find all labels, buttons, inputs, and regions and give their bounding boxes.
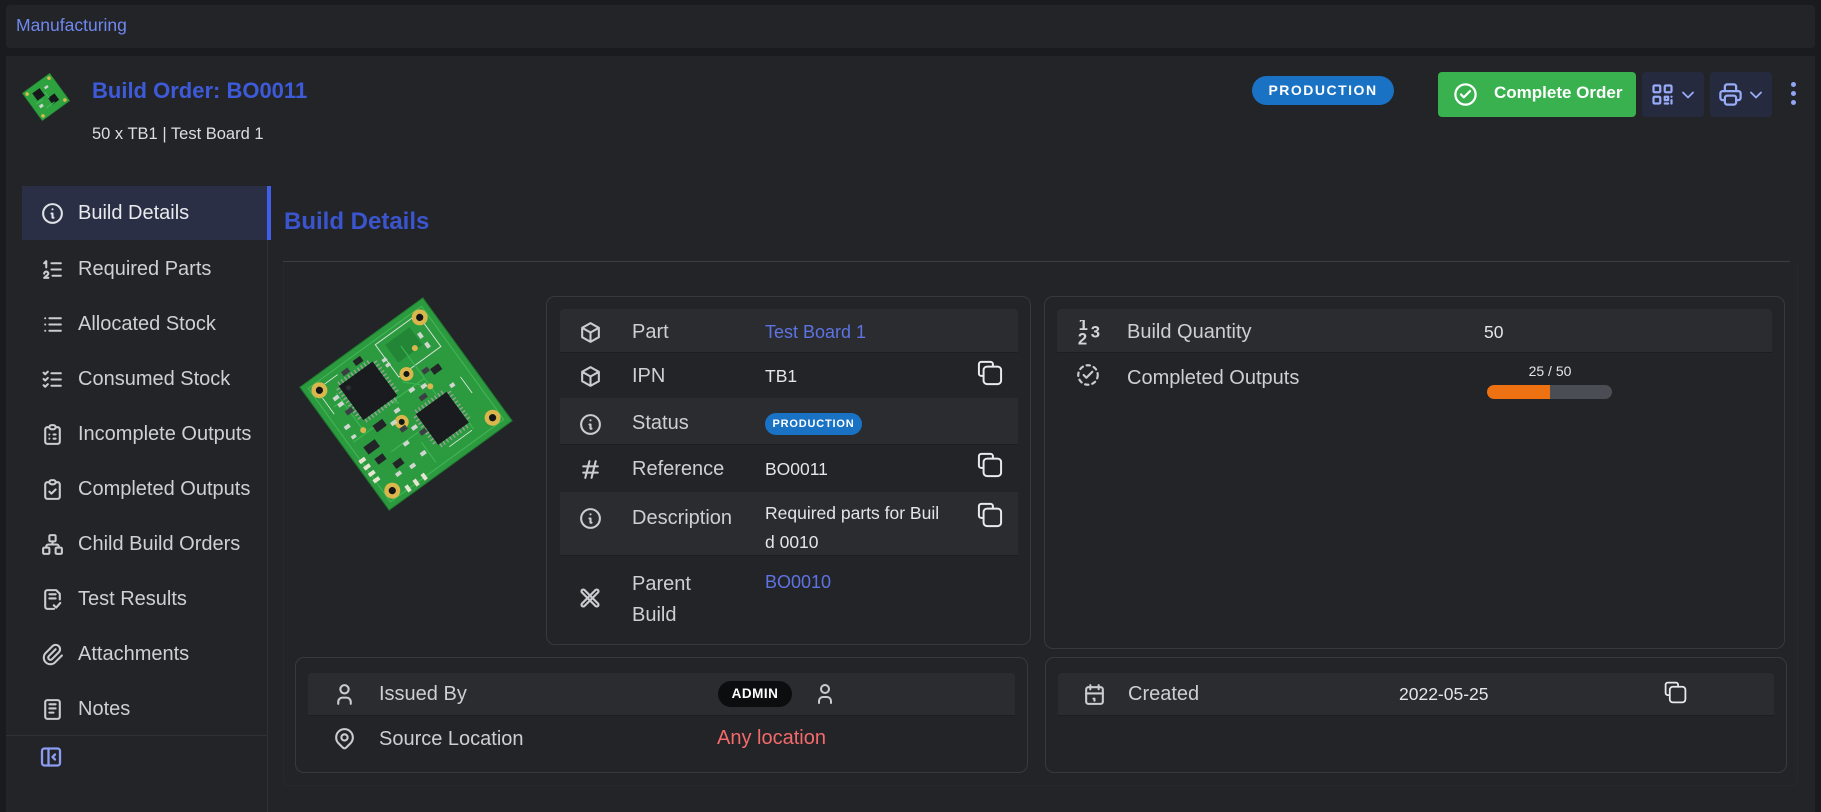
svg-text:2: 2 — [1078, 330, 1087, 345]
svg-text:3: 3 — [1091, 323, 1100, 342]
